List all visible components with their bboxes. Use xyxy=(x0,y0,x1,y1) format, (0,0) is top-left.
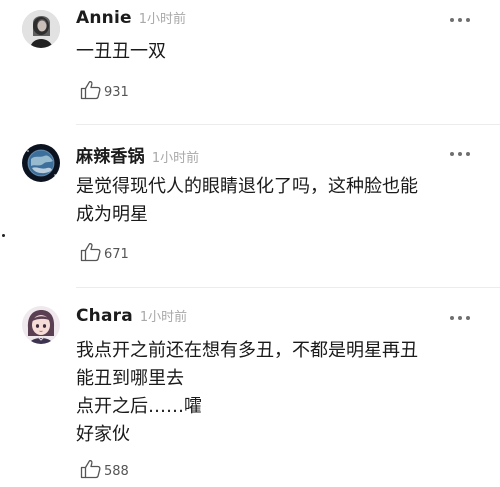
like-button[interactable]: 931 xyxy=(80,80,129,104)
avatar[interactable] xyxy=(22,10,60,48)
avatar[interactable] xyxy=(22,144,60,182)
comment-line: 能丑到哪里去 xyxy=(76,368,184,389)
username[interactable]: 麻辣香锅 xyxy=(76,142,145,167)
thumbs-up-icon xyxy=(80,242,102,266)
like-count: 931 xyxy=(104,84,129,100)
comment-line: 好家伙 xyxy=(76,424,130,445)
timestamp: 1小时前 xyxy=(138,12,186,27)
comment-line: 我点开之前还在想有多丑，不都是明星再丑 xyxy=(76,340,418,361)
comment-item: Chara 1小时前 我点开之前还在想有多丑，不都是明星再丑 能丑到哪里去 点开… xyxy=(0,288,500,487)
comment-line: 一丑丑一双 xyxy=(76,41,166,62)
thumbs-up-icon xyxy=(80,459,102,483)
comment-item: 麻辣香锅 1小时前 是觉得现代人的眼睛退化了吗，这种脸也能 成为明星 671 xyxy=(0,125,500,287)
comment-item: Annie 1小时前 一丑丑一双 931 xyxy=(0,0,500,124)
timestamp: 1小时前 xyxy=(151,151,200,166)
comment-header: Chara 1小时前 xyxy=(76,306,187,326)
more-dots-icon[interactable] xyxy=(448,312,472,324)
avatar[interactable] xyxy=(22,306,60,344)
comment-line: 成为明星 xyxy=(76,204,148,225)
like-button[interactable]: 588 xyxy=(80,459,129,483)
comment-header: 麻辣香锅 1小时前 xyxy=(76,142,199,167)
comment-header: Annie 1小时前 xyxy=(76,8,186,28)
username[interactable]: Annie xyxy=(76,8,132,28)
comment-line: 点开之后……嚯 xyxy=(76,396,202,417)
like-button[interactable]: 671 xyxy=(80,242,129,266)
like-count: 588 xyxy=(104,463,129,479)
comment-text: 我点开之前还在想有多丑，不都是明星再丑 能丑到哪里去 点开之后……嚯 好家伙 xyxy=(76,337,460,449)
thumbs-up-icon xyxy=(80,80,102,104)
timestamp: 1小时前 xyxy=(139,310,188,325)
more-dots-icon[interactable] xyxy=(448,148,472,160)
username[interactable]: Chara xyxy=(76,306,133,326)
like-count: 671 xyxy=(104,246,129,262)
comment-line: 是觉得现代人的眼睛退化了吗，这种脸也能 xyxy=(76,176,418,197)
more-dots-icon[interactable] xyxy=(448,14,472,26)
comment-text: 一丑丑一双 xyxy=(76,38,460,66)
comment-text: 是觉得现代人的眼睛退化了吗，这种脸也能 成为明星 xyxy=(76,173,460,229)
